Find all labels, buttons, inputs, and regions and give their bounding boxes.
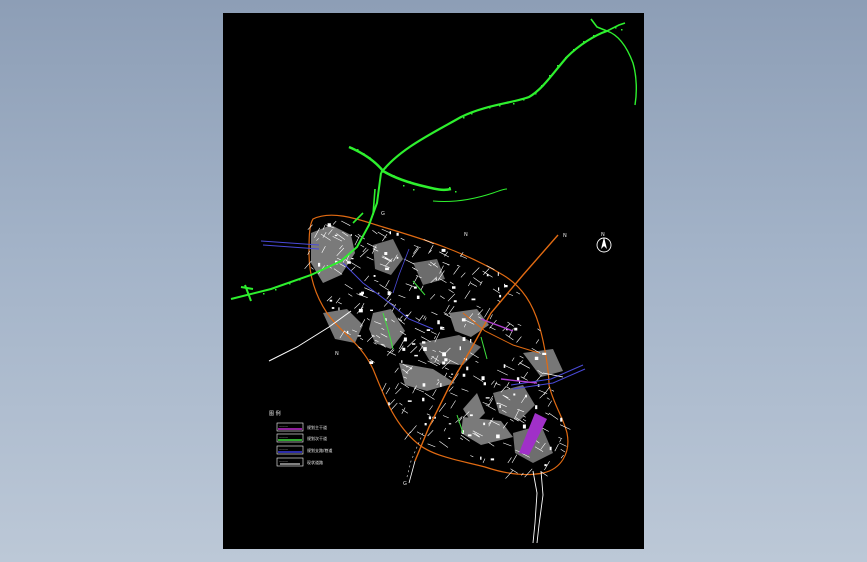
legend-swatch-label: ——— <box>279 435 288 439</box>
road-label-nw: G <box>381 211 385 217</box>
legend: 图 例 ——— 规划主干道 ——— 规划次干道 ——— 规划支路/巷道 ——— … <box>269 410 332 467</box>
highway-marker <box>557 65 559 67</box>
blue-road <box>260 240 320 250</box>
legend-item: ——— 规划支路/巷道 <box>276 445 332 455</box>
highway-marker <box>419 185 421 187</box>
highway-marker <box>393 175 395 177</box>
highway-marker <box>535 93 537 95</box>
north-arrow: N <box>596 232 612 253</box>
legend-swatch-label: ——— <box>279 459 288 463</box>
highway-marker <box>479 109 481 111</box>
highway-marker <box>593 35 595 37</box>
legend-item-text: 规划次干道 <box>307 435 327 441</box>
highway-marker <box>401 179 403 181</box>
highway-marker <box>289 283 291 285</box>
legend-title: 图 例 <box>269 410 281 417</box>
highway-marker <box>615 27 617 29</box>
map-canvas: N G N N N G 图 例 ——— 规划主干道 ——— 规划次干道 ——— … <box>230 18 638 544</box>
highway-marker <box>455 191 457 193</box>
highway-marker <box>499 105 501 107</box>
highway-marker <box>449 187 451 189</box>
legend-swatch-label: ——— <box>279 447 288 451</box>
highway-marker <box>369 157 371 159</box>
highway-marker <box>413 189 415 191</box>
legend-item-text: 现状道路 <box>307 459 323 465</box>
road-label-w: N <box>335 351 339 357</box>
highway-marker <box>573 49 575 51</box>
highway-marker <box>357 149 359 151</box>
drawing-sheet[interactable]: N G N N N G 图 例 ——— 规划主干道 ——— 规划次干道 ——— … <box>223 13 644 549</box>
north-arrow-letter: N <box>601 232 605 238</box>
legend-item: ——— 规划次干道 <box>276 433 327 443</box>
highway-marker <box>409 181 411 183</box>
cad-viewport[interactable]: N G N N N G 图 例 ——— 规划主干道 ——— 规划次干道 ——— … <box>0 0 867 562</box>
road-label-ne: N <box>563 233 567 239</box>
legend-item: ——— 规划主干道 <box>276 422 327 432</box>
highway-marker <box>541 85 543 87</box>
legend-item: ——— 现状道路 <box>276 457 323 467</box>
district-area <box>449 309 489 337</box>
district-area <box>323 309 363 343</box>
road-label-n: N <box>464 232 468 238</box>
highway <box>230 18 638 302</box>
highway-marker <box>403 185 405 187</box>
district-area <box>493 385 535 421</box>
highway-marker <box>351 147 353 149</box>
highway-marker <box>549 75 551 77</box>
highway-marker <box>513 103 515 105</box>
highway-marker <box>275 289 277 291</box>
legend-item-text: 规划主干道 <box>307 424 327 430</box>
highway-marker <box>565 57 567 59</box>
highway-marker <box>523 99 525 101</box>
highway-marker <box>263 293 265 295</box>
highway-marker <box>299 279 301 281</box>
legend-swatch-label: ——— <box>279 424 288 428</box>
legend-item-text: 规划支路/巷道 <box>307 447 332 453</box>
highway-marker <box>583 41 585 43</box>
highway-marker <box>471 113 473 115</box>
highway-marker <box>489 107 491 109</box>
highway-marker <box>385 167 387 169</box>
highway-marker <box>439 189 441 191</box>
access-road <box>406 432 424 478</box>
access-road <box>532 470 544 544</box>
highway-marker <box>363 153 365 155</box>
highway-marker <box>463 117 465 119</box>
road-label-s: G <box>403 481 407 487</box>
highway-marker <box>621 29 623 31</box>
highway-marker <box>373 161 375 163</box>
